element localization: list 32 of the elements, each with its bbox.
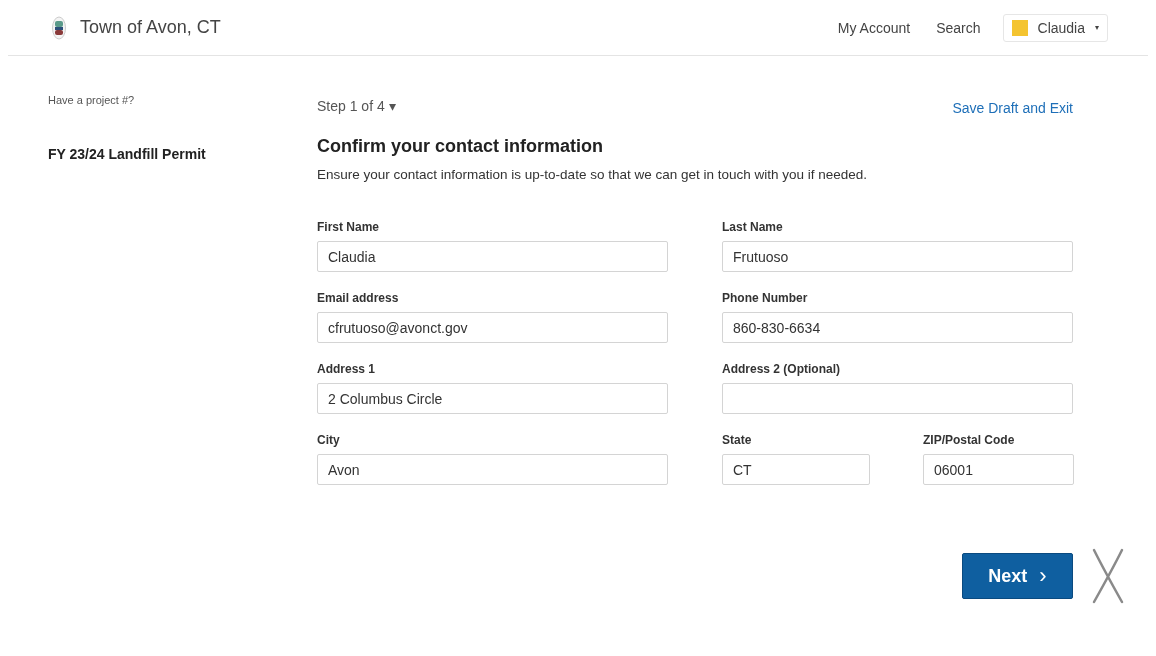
next-button[interactable]: Next › bbox=[962, 553, 1073, 599]
nav-link[interactable]: My Account bbox=[837, 19, 911, 36]
step-indicator[interactable]: Step 1 of 4 ▾ bbox=[317, 98, 396, 114]
form-description: Ensure your contact information is up-to-date so that we can get in touch with you if needed. bbox=[317, 167, 869, 182]
field-label: Address 2 (Optional) bbox=[722, 362, 841, 376]
field-label: Phone Number bbox=[722, 291, 809, 305]
field-label: City bbox=[317, 433, 341, 447]
save-draft-link[interactable]: Save Draft and Exit bbox=[952, 100, 1073, 116]
input-field[interactable]: Frutuoso bbox=[722, 241, 1073, 272]
project-number-link[interactable]: Have a project #? bbox=[48, 94, 317, 106]
nav-link[interactable]: Search bbox=[936, 19, 981, 36]
field-label: State bbox=[722, 433, 753, 447]
field-label: Last Name bbox=[722, 220, 784, 234]
input-field[interactable]: CT bbox=[722, 454, 870, 485]
permit-title: FY 23/24 Landfill Permit bbox=[48, 146, 207, 162]
field-label: First Name bbox=[317, 220, 381, 234]
field-label: Email address bbox=[317, 291, 400, 305]
site-title: Town of Avon, CT bbox=[80, 17, 221, 38]
field-label: ZIP/Postal Code bbox=[923, 433, 1016, 447]
input-field[interactable]: cfrutuoso@avonct.gov bbox=[317, 312, 668, 343]
input-field[interactable]: 2 Columbus Circle bbox=[317, 383, 668, 414]
input-field[interactable]: Avon bbox=[317, 454, 668, 485]
input-field[interactable]: Claudia bbox=[317, 241, 668, 272]
form-title: Confirm your contact information bbox=[317, 136, 604, 157]
handwritten-x-drawing bbox=[1091, 548, 1125, 604]
input-field[interactable] bbox=[722, 383, 1073, 414]
input-field[interactable]: 860-830-6634 bbox=[722, 312, 1073, 343]
field-label: Address 1 bbox=[317, 362, 377, 376]
user-menu-button[interactable]: Claudia ▾ bbox=[1002, 13, 1108, 42]
avatar-icon bbox=[1011, 19, 1028, 36]
input-field[interactable]: 06001 bbox=[923, 454, 1074, 485]
town-seal-icon bbox=[52, 15, 66, 40]
